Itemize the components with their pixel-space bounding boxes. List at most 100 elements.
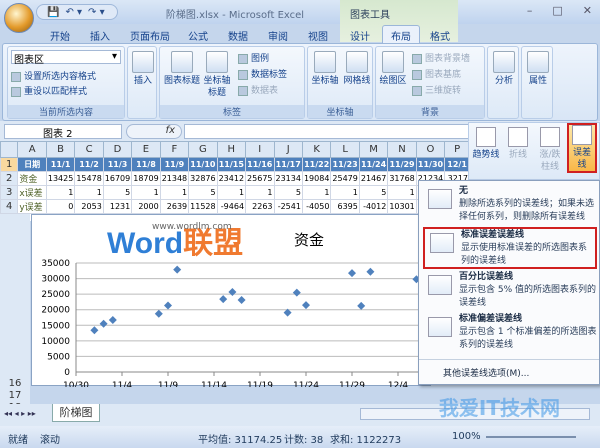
column-header[interactable]: F <box>159 141 190 158</box>
cell[interactable]: 1 <box>74 185 104 200</box>
lines-button[interactable]: 折线 <box>503 127 533 161</box>
updown-bars-button[interactable]: 涨/跌柱线 <box>535 127 565 173</box>
cell[interactable]: 2000 <box>131 199 161 214</box>
cell[interactable]: 25479 <box>330 171 360 186</box>
menu-item-standard-error[interactable]: 标准误差误差线 显示使用标准误差的所选图表系列的误差线 <box>423 227 597 269</box>
cell[interactable]: 12/1 <box>444 157 470 172</box>
row-header[interactable]: 2 <box>0 171 19 186</box>
legend-button[interactable]: 图例 <box>238 51 269 64</box>
tab-layout[interactable]: 布局 <box>382 25 420 43</box>
cell[interactable]: 资金 <box>17 171 47 186</box>
cell[interactable]: 11/10 <box>188 157 218 172</box>
tab-view[interactable]: 视图 <box>308 28 328 43</box>
cell[interactable]: 11/22 <box>301 157 332 172</box>
more-error-bar-options[interactable]: 其他误差线选项(M)... <box>419 359 599 379</box>
office-button[interactable] <box>4 3 34 33</box>
chart-area[interactable]: Word联盟 www.wordlm.com 资金 0 5000 10000 15000… <box>31 214 503 391</box>
fx-button[interactable]: fx <box>126 124 182 139</box>
cell[interactable]: 1 <box>45 185 76 200</box>
tab-data[interactable]: 数据 <box>228 28 248 43</box>
column-header[interactable]: P <box>444 141 470 158</box>
reset-style-button[interactable]: 重设以匹配样式 <box>11 84 87 97</box>
cell[interactable]: 11/23 <box>330 157 360 172</box>
cell[interactable]: 6395 <box>330 199 360 214</box>
column-header[interactable]: A <box>17 141 47 158</box>
row-header[interactable]: 3 <box>0 185 19 200</box>
tab-design[interactable]: 设计 <box>350 28 370 43</box>
cell[interactable]: 13425 <box>45 171 76 186</box>
cell[interactable]: 21348 <box>159 171 190 186</box>
chart-title[interactable]: 资金 <box>294 231 324 249</box>
cell[interactable]: 11/16 <box>245 157 275 172</box>
column-header[interactable]: O <box>415 141 446 158</box>
cell[interactable]: 11/15 <box>216 157 247 172</box>
cell[interactable]: -9464 <box>216 199 247 214</box>
formula-input[interactable] <box>184 124 480 139</box>
sheet-tab[interactable]: 阶梯图 <box>52 404 100 422</box>
chart-title-button[interactable]: 图表标题 <box>164 51 200 87</box>
tab-insert[interactable]: 插入 <box>90 28 110 43</box>
tab-review[interactable]: 审阅 <box>268 28 288 43</box>
properties-button[interactable]: 属性 <box>524 51 552 87</box>
cell[interactable]: 1 <box>245 185 275 200</box>
column-header[interactable]: E <box>131 141 161 158</box>
cell[interactable]: 19084 <box>301 171 332 186</box>
cell[interactable]: 25675 <box>245 171 275 186</box>
undo-icon[interactable]: ↶ ▾ <box>65 7 82 18</box>
cell[interactable]: 15478 <box>74 171 104 186</box>
cell[interactable]: 11/8 <box>131 157 161 172</box>
sheet-nav-arrows[interactable]: ◂◂ ◂ ▸ ▸▸ <box>4 409 36 418</box>
cell[interactable]: 10301 <box>387 199 417 214</box>
chart-floor-button[interactable]: 图表基底 <box>412 67 461 80</box>
cell[interactable]: 2639 <box>159 199 190 214</box>
cell[interactable]: 16709 <box>102 171 133 186</box>
axis-title-button[interactable]: 坐标轴标题 <box>202 51 232 99</box>
cell[interactable]: 2053 <box>74 199 104 214</box>
menu-item-none[interactable]: 无删除所选系列的误差线；如果未选择任何系列，则删除所有误差线 <box>423 185 597 227</box>
cell[interactable]: 18709 <box>131 171 161 186</box>
cell[interactable]: 1 <box>301 185 332 200</box>
3d-rotation-button[interactable]: 三维旋转 <box>412 83 461 96</box>
column-header[interactable]: L <box>330 141 360 158</box>
analysis-button[interactable]: 分析 <box>490 51 518 87</box>
cell[interactable]: x误差 <box>17 185 47 200</box>
tab-page-layout[interactable]: 页面布局 <box>130 28 170 43</box>
column-header[interactable]: N <box>387 141 417 158</box>
data-labels-button[interactable]: 数据标签 <box>238 67 287 80</box>
cell[interactable]: -4012 <box>358 199 389 214</box>
data-table-button[interactable]: 数据表 <box>238 83 278 96</box>
cell[interactable]: 5 <box>102 185 133 200</box>
axes-button[interactable]: 坐标轴 <box>310 51 340 87</box>
cell[interactable]: 23134 <box>273 171 303 186</box>
cell[interactable]: 11/29 <box>387 157 417 172</box>
cell[interactable]: -4050 <box>301 199 332 214</box>
cell[interactable]: 5 <box>188 185 218 200</box>
insert-button[interactable]: 插入 <box>130 51 156 87</box>
error-bars-button[interactable]: 误差线 <box>567 123 597 173</box>
redo-icon[interactable]: ↷ ▾ <box>88 7 105 18</box>
row-header[interactable]: 4 <box>0 199 19 214</box>
cell[interactable]: 2263 <box>245 199 275 214</box>
chart-element-dropdown[interactable]: 图表区 ▾ <box>11 50 121 66</box>
gridlines-button[interactable]: 网格线 <box>342 51 372 87</box>
cell[interactable]: 11/30 <box>415 157 446 172</box>
cell[interactable]: 11/3 <box>102 157 133 172</box>
cell[interactable]: 1231 <box>102 199 133 214</box>
trendline-button[interactable]: 趋势线 <box>471 127 501 161</box>
column-header[interactable]: I <box>245 141 275 158</box>
column-header[interactable]: H <box>216 141 247 158</box>
cell[interactable]: 1 <box>159 185 190 200</box>
cell[interactable]: 31768 <box>387 171 417 186</box>
chart-wall-button[interactable]: 图表背景墙 <box>412 51 470 64</box>
cell[interactable]: 5 <box>358 185 389 200</box>
cell[interactable]: 1 <box>387 185 417 200</box>
cell[interactable]: 1 <box>131 185 161 200</box>
column-header[interactable]: M <box>358 141 389 158</box>
column-header[interactable]: K <box>301 141 332 158</box>
cell[interactable]: 1 <box>330 185 360 200</box>
cell[interactable]: -2541 <box>273 199 303 214</box>
cell[interactable]: 日期 <box>17 157 47 172</box>
tab-formulas[interactable]: 公式 <box>188 28 208 43</box>
column-header[interactable]: J <box>273 141 303 158</box>
column-header[interactable]: G <box>188 141 218 158</box>
